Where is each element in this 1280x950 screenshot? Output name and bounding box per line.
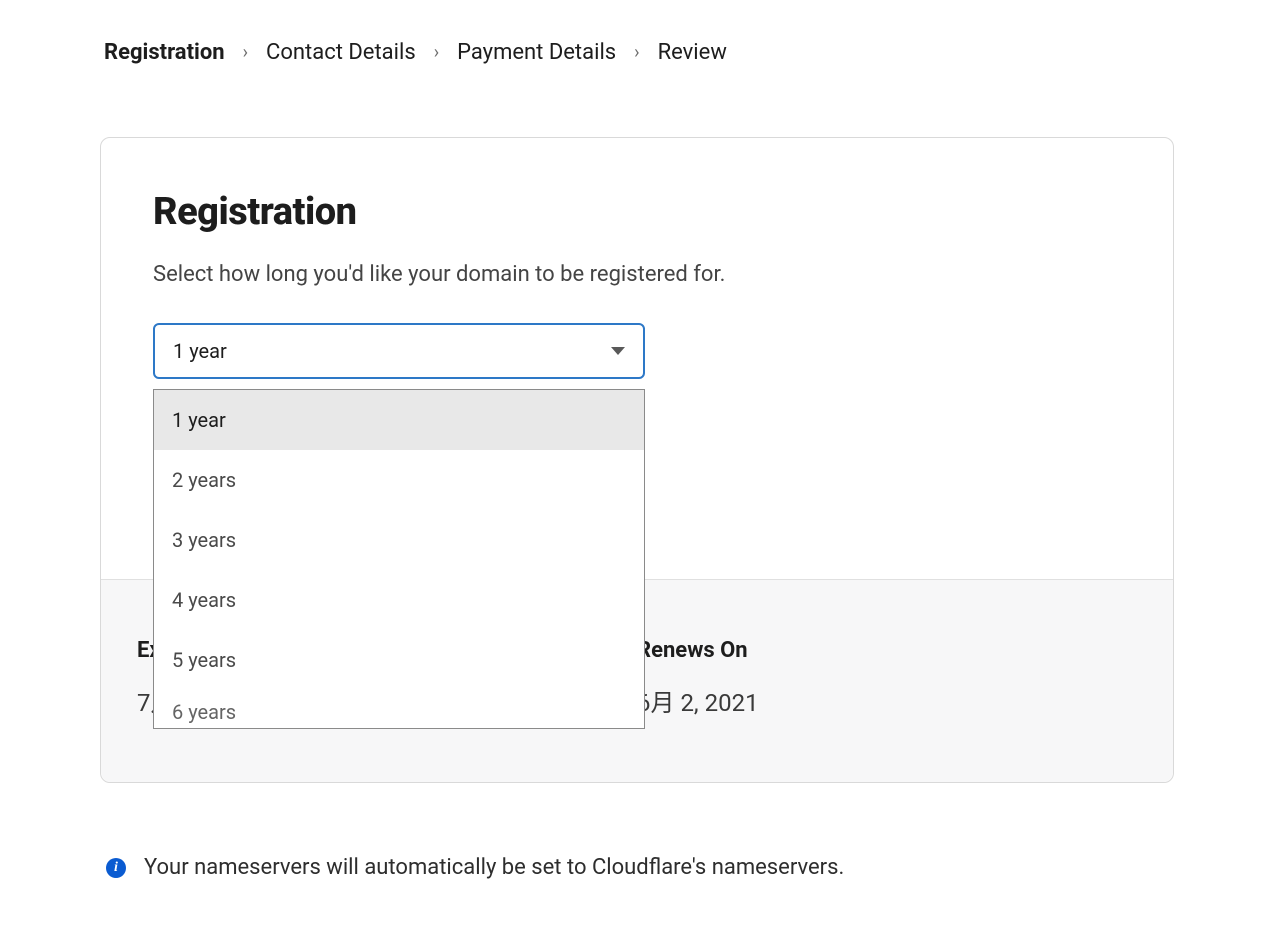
page-title: Registration <box>153 190 1121 234</box>
duration-select-value: 1 year <box>173 339 227 363</box>
chevron-right-icon: › <box>434 42 439 63</box>
renews-value: 6月 2, 2021 <box>637 683 1137 718</box>
notice-text: Your nameservers will automatically be s… <box>144 855 844 880</box>
duration-dropdown: 1 year 2 years 3 years 4 years 5 years 6… <box>153 389 645 729</box>
duration-select-button[interactable]: 1 year <box>153 323 645 379</box>
breadcrumb-registration[interactable]: Registration <box>104 40 225 65</box>
nameserver-notice: i Your nameservers will automatically be… <box>106 855 1180 880</box>
caret-down-icon <box>611 347 625 355</box>
card-top-section: Registration Select how long you'd like … <box>101 138 1173 579</box>
duration-option-3-years[interactable]: 3 years <box>154 510 644 570</box>
breadcrumb-contact-details[interactable]: Contact Details <box>266 40 416 65</box>
duration-option-5-years[interactable]: 5 years <box>154 630 644 690</box>
duration-option-2-years[interactable]: 2 years <box>154 450 644 510</box>
renews-column: Renews On 6月 2, 2021 <box>637 638 1137 718</box>
breadcrumb-review[interactable]: Review <box>658 40 727 65</box>
breadcrumb-payment-details[interactable]: Payment Details <box>457 40 616 65</box>
page-subtitle: Select how long you'd like your domain t… <box>153 262 1121 287</box>
breadcrumb: Registration › Contact Details › Payment… <box>104 40 1180 65</box>
duration-select[interactable]: 1 year 1 year 2 years 3 years 4 years 5 … <box>153 323 645 379</box>
chevron-right-icon: › <box>634 42 639 63</box>
duration-option-1-year[interactable]: 1 year <box>154 390 644 450</box>
duration-option-6-years[interactable]: 6 years <box>154 690 644 728</box>
renews-label: Renews On <box>637 638 1137 663</box>
info-icon: i <box>106 858 126 878</box>
duration-option-4-years[interactable]: 4 years <box>154 570 644 630</box>
chevron-right-icon: › <box>243 42 248 63</box>
registration-card: Registration Select how long you'd like … <box>100 137 1174 783</box>
